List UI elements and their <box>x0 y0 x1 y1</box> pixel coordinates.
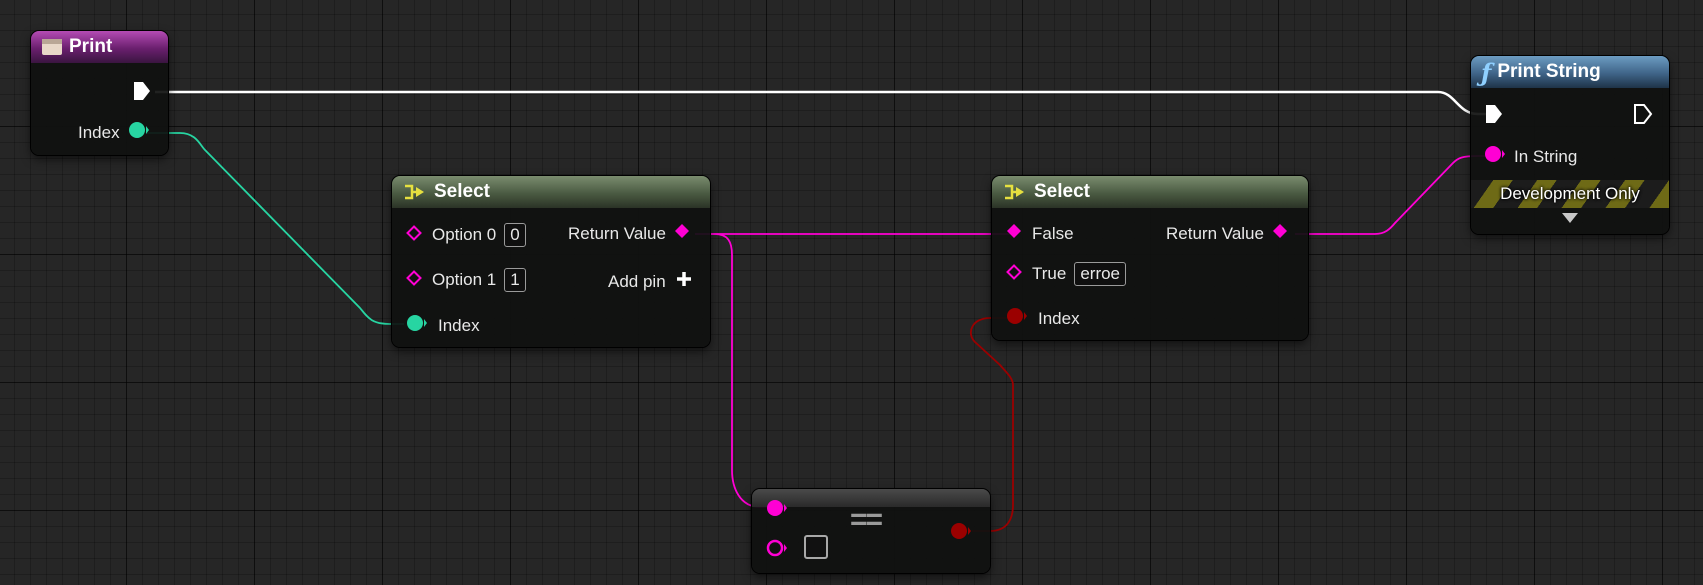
select-1-header[interactable]: Select <box>392 176 710 208</box>
true-value-input[interactable]: erroe <box>1074 262 1127 286</box>
select-1-return-label: Return Value <box>568 223 666 243</box>
equals-node[interactable]: == <box>752 489 990 573</box>
print-index-pin-row[interactable]: Index <box>78 121 150 144</box>
print-event-title: Print <box>69 36 113 57</box>
print-string-exec-out-pin[interactable] <box>1633 103 1653 130</box>
select-1-title: Select <box>434 181 490 202</box>
print-string-header[interactable]: ƒ Print String <box>1471 56 1669 88</box>
in-string-pin[interactable] <box>1484 145 1506 168</box>
plus-icon[interactable] <box>676 271 692 292</box>
select-1-index-pin[interactable] <box>406 314 428 337</box>
select-1-index-row[interactable]: Index <box>406 314 480 337</box>
development-only-label: Development Only <box>1500 184 1640 203</box>
select-1-option0-row[interactable]: Option 0 0 <box>406 223 526 247</box>
option0-value-input[interactable]: 0 <box>504 223 526 247</box>
print-event-node[interactable]: Print Index <box>31 31 168 155</box>
true-label: True <box>1032 264 1067 283</box>
false-pin[interactable] <box>1006 223 1022 244</box>
select-2-return-label: Return Value <box>1166 223 1264 243</box>
development-only-banner: Development Only <box>1471 180 1669 208</box>
print-string-exec-in-pin[interactable] <box>1484 103 1504 130</box>
select-2-index-row[interactable]: Index <box>1006 307 1080 330</box>
true-pin[interactable] <box>1006 263 1022 285</box>
option1-pin[interactable] <box>406 269 422 291</box>
in-string-row[interactable]: In String <box>1484 145 1577 168</box>
false-label: False <box>1032 223 1074 243</box>
select-2-false-row[interactable]: False <box>1006 223 1074 244</box>
option0-label: Option 0 <box>432 225 497 244</box>
print-index-label: Index <box>78 122 120 142</box>
select-2-header[interactable]: Select <box>992 176 1308 208</box>
equals-symbol: == <box>850 503 883 536</box>
equals-out-pin[interactable] <box>950 522 972 545</box>
option1-value-input[interactable]: 1 <box>504 268 526 292</box>
select-1-return-row[interactable]: Return Value <box>568 223 690 244</box>
select-2-title: Select <box>1034 181 1090 202</box>
option0-pin[interactable] <box>406 224 422 246</box>
select-2-index-pin[interactable] <box>1006 307 1028 330</box>
function-icon: ƒ <box>1481 57 1492 87</box>
print-event-header[interactable]: Print <box>31 31 168 63</box>
event-icon <box>41 37 63 57</box>
index-wire[interactable] <box>146 132 404 325</box>
select-icon <box>402 182 428 202</box>
print-index-pin[interactable] <box>128 121 150 144</box>
select-node-1[interactable]: Select Option 0 0 Option 1 1 Index Retur… <box>392 176 710 347</box>
print-exec-out-pin[interactable] <box>132 80 152 107</box>
select-1-option1-row[interactable]: Option 1 1 <box>406 268 526 292</box>
select-1-return-pin[interactable] <box>674 223 690 244</box>
advanced-expand-arrow[interactable] <box>1562 213 1578 223</box>
select-icon <box>1002 182 1028 202</box>
exec-wire[interactable] <box>155 90 1488 116</box>
string-wire-print[interactable] <box>1295 155 1492 235</box>
select-node-2[interactable]: Select False True erroe Index Return Val… <box>992 176 1308 340</box>
select-1-index-label: Index <box>438 315 480 335</box>
add-pin-label: Add pin <box>608 271 666 291</box>
equals-b-checkbox[interactable] <box>804 535 828 559</box>
option1-label: Option 1 <box>432 270 497 289</box>
print-string-title: Print String <box>1497 61 1601 82</box>
select-2-index-label: Index <box>1038 308 1080 328</box>
print-string-node[interactable]: ƒ Print String In String Development Onl… <box>1471 56 1669 234</box>
select-2-return-pin[interactable] <box>1272 223 1288 244</box>
add-pin-row[interactable]: Add pin <box>608 271 692 292</box>
equals-a-pin[interactable] <box>766 499 788 522</box>
in-string-label: In String <box>1514 146 1578 166</box>
select-2-true-row[interactable]: True erroe <box>1006 262 1127 286</box>
equals-b-pin[interactable] <box>766 539 788 562</box>
select-2-return-row[interactable]: Return Value <box>1166 223 1288 244</box>
